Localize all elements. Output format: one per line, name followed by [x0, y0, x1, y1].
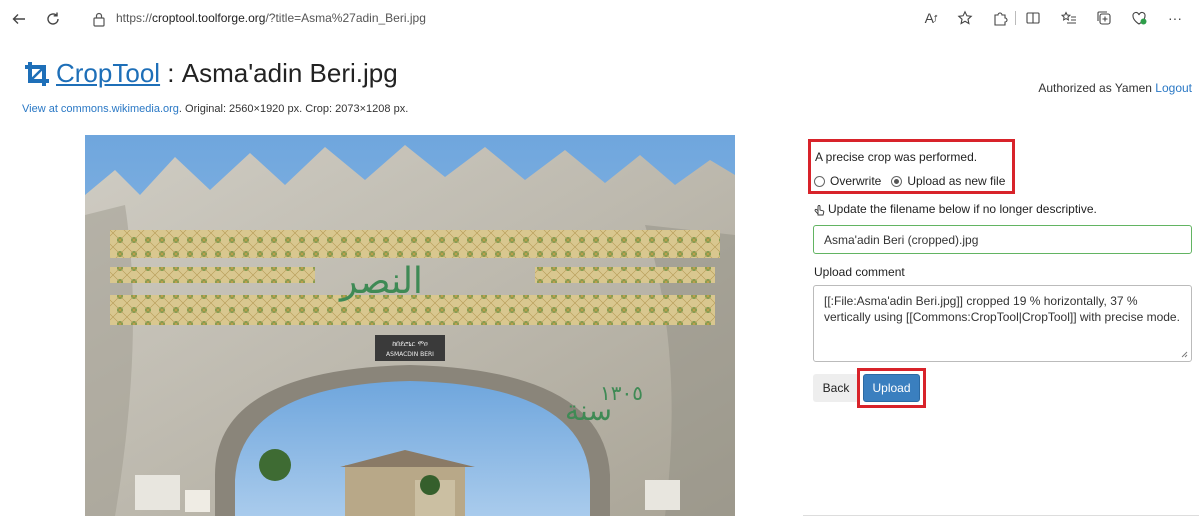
upload-mode-options: Overwrite Upload as new file: [814, 174, 1005, 188]
arabic-inscription: النصر: [338, 261, 423, 302]
read-aloud-label: A: [924, 10, 934, 26]
more-menu-icon[interactable]: ···: [1166, 9, 1184, 27]
view-at-commons-link[interactable]: View at commons.wikimedia.org: [22, 103, 179, 115]
precise-crop-message: A precise crop was performed.: [815, 150, 978, 164]
favorites-list-icon[interactable]: [1060, 9, 1078, 27]
address-bar[interactable]: https://croptool.toolforge.org/?title=As…: [80, 5, 1188, 33]
hand-pointer-icon: [814, 204, 825, 215]
collections-icon[interactable]: [1095, 9, 1113, 27]
overwrite-radio[interactable]: [814, 175, 825, 187]
upload-button[interactable]: Upload: [863, 374, 920, 402]
filename-input[interactable]: Asma'adin Beri (cropped).jpg: [813, 225, 1192, 254]
file-title: Asma'adin Beri.jpg: [181, 58, 398, 88]
year-word-inscription: سنة: [565, 394, 612, 427]
filename-hint: Update the filename below if no longer d…: [814, 202, 1097, 216]
authorized-text: Authorized as Yamen: [1038, 81, 1152, 95]
overwrite-label[interactable]: Overwrite: [830, 174, 881, 188]
page-title: CropTool : Asma'adin Beri.jpg: [22, 58, 398, 89]
dimensions-info: . Original: 2560×1920 px. Crop: 2073×120…: [178, 103, 409, 115]
url-host: croptool.toolforge.org: [152, 11, 266, 25]
upload-comment-textarea[interactable]: [[:File:Asma'adin Beri.jpg]] cropped 19 …: [813, 285, 1192, 362]
browser-essentials-icon[interactable]: [1130, 9, 1148, 27]
filename-hint-text: Update the filename below if no longer d…: [828, 202, 1097, 216]
toolbar-divider: [1015, 11, 1016, 25]
cropped-image-preview: النصر ከበደሮኒር ሞዐ ASMACDIN BERI ١٣٠٥ سنة: [85, 135, 735, 516]
auth-status: Authorized as Yamen Logout: [1038, 81, 1192, 95]
crop-logo-icon: [25, 61, 49, 86]
gate-photo: النصر ከበደሮኒር ሞዐ ASMACDIN BERI ١٣٠٥ سنة: [85, 135, 735, 516]
croptool-link[interactable]: CropTool: [56, 58, 160, 89]
url-path: /?title=Asma%27adin_Beri.jpg: [265, 11, 426, 25]
back-arrow-icon[interactable]: [6, 6, 32, 32]
back-button[interactable]: Back: [813, 374, 859, 402]
url-text[interactable]: https://croptool.toolforge.org/?title=As…: [116, 11, 426, 25]
logout-link[interactable]: Logout: [1155, 81, 1192, 95]
refresh-icon[interactable]: [40, 6, 66, 32]
browser-toolbar: https://croptool.toolforge.org/?title=As…: [0, 0, 1199, 38]
extensions-icon[interactable]: [991, 9, 1009, 27]
upload-comment-label: Upload comment: [814, 265, 905, 279]
plaque-line-2: ASMACDIN BERI: [386, 351, 434, 358]
title-separator: :: [160, 58, 182, 88]
read-aloud-icon[interactable]: Aꝭ: [922, 9, 940, 27]
upload-new-file-radio[interactable]: [891, 175, 903, 187]
upload-new-file-label[interactable]: Upload as new file: [907, 174, 1005, 188]
upload-comment-text: [[:File:Asma'adin Beri.jpg]] cropped 19 …: [824, 294, 1180, 324]
url-prefix: https://: [116, 11, 153, 25]
resize-handle-icon[interactable]: [1181, 351, 1188, 358]
split-screen-icon[interactable]: [1024, 9, 1042, 27]
plaque-line-1: ከበደሮኒር ሞዐ: [392, 340, 428, 348]
file-info: View at commons.wikimedia.org. Original:…: [22, 103, 408, 115]
lock-icon[interactable]: [92, 11, 106, 27]
favorite-star-icon[interactable]: [956, 9, 974, 27]
